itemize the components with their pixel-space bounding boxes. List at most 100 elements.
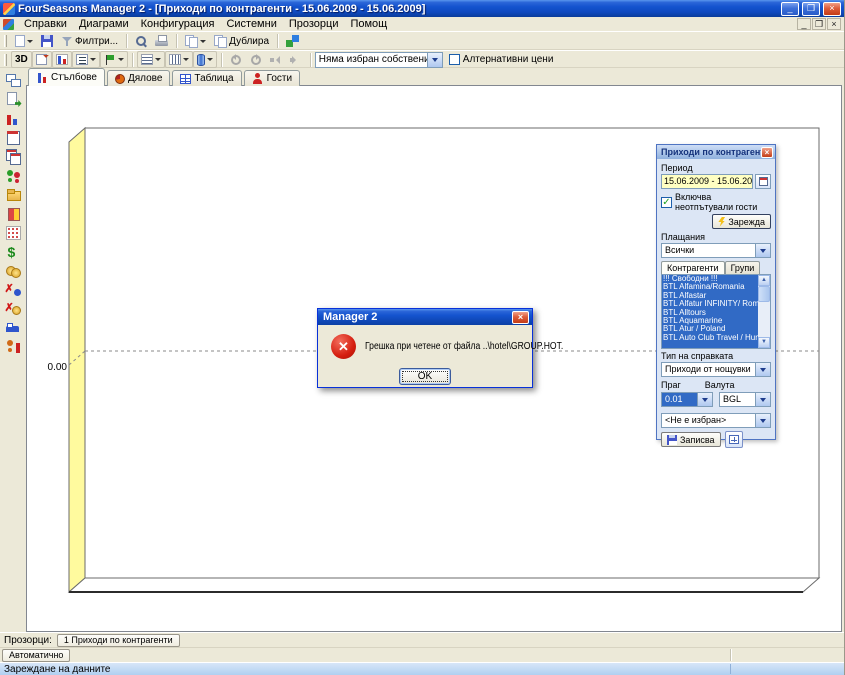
scroll-up-icon[interactable]: ▲ — [758, 275, 770, 286]
owners-combobox[interactable]: Няма избран собственици — [315, 52, 443, 68]
toolbar-grip[interactable] — [4, 54, 7, 66]
menu-spravki[interactable]: Справки — [18, 17, 73, 31]
list-item[interactable]: BTL Atur / Poland — [662, 325, 758, 333]
mdi-close-button[interactable]: × — [827, 18, 841, 30]
tab-counterparties[interactable]: Контрагенти — [661, 261, 725, 274]
toolbar-separator — [277, 34, 278, 48]
combo-dropdown-button[interactable] — [755, 244, 770, 257]
filter-funnel-icon — [61, 35, 73, 47]
include-guests-checkbox[interactable] — [661, 197, 672, 208]
close-button[interactable]: × — [823, 2, 841, 16]
bar-labels-button[interactable] — [52, 51, 72, 68]
print-button[interactable] — [151, 33, 172, 50]
restore-button[interactable]: ❐ — [802, 2, 820, 16]
guests-icon[interactable] — [5, 168, 22, 183]
list-item[interactable]: BTL Alfamina/Romania — [662, 283, 758, 291]
legend-button[interactable] — [72, 51, 100, 68]
tab-gosti[interactable]: Гости — [244, 70, 300, 86]
minimize-button[interactable]: _ — [781, 2, 799, 16]
combo-dropdown-button[interactable] — [755, 363, 770, 376]
list-scrollbar[interactable]: ▲ ▼ — [758, 275, 770, 348]
inventory-icon[interactable] — [5, 206, 22, 221]
divider — [730, 649, 731, 661]
report-type-combobox[interactable]: Приходи от нощувки — [661, 362, 771, 377]
tab-stalbove[interactable]: Стълбове — [28, 68, 105, 86]
calendar-icon[interactable] — [5, 130, 22, 145]
print-preview-button[interactable] — [131, 33, 151, 50]
currency-icon[interactable] — [5, 244, 22, 259]
list-item[interactable] — [662, 342, 758, 348]
tab-dyalove[interactable]: Дялове — [107, 70, 170, 86]
threshold-combobox[interactable]: 0.01 — [661, 392, 713, 407]
rotate-cw-button[interactable] — [246, 51, 266, 68]
chart-3d-icon[interactable] — [5, 111, 22, 126]
template-combobox[interactable]: <Не е избран> — [661, 413, 771, 428]
combo-dropdown-button[interactable] — [755, 393, 770, 406]
3d-toggle-button[interactable]: 3D — [11, 51, 32, 68]
error-dialog-titlebar[interactable]: Manager 2 × — [318, 309, 532, 325]
panel-close-button[interactable]: × — [761, 147, 773, 158]
report-panel-titlebar[interactable]: Приходи по контрагенти × — [657, 145, 775, 159]
menu-diagrami[interactable]: Диаграми — [73, 17, 135, 31]
table-options-button[interactable] — [725, 431, 743, 448]
menu-konfiguracia[interactable]: Конфигурация — [135, 17, 221, 31]
scroll-track[interactable] — [758, 302, 770, 337]
folders-icon[interactable] — [5, 187, 22, 202]
list-item[interactable]: BTL Aquamarine — [662, 317, 758, 325]
calendar-picker-button[interactable] — [755, 174, 771, 189]
cascade-windows-icon[interactable] — [5, 73, 22, 88]
tab-tablica[interactable]: Таблица — [172, 70, 241, 86]
calendar-copy-icon[interactable] — [5, 149, 22, 164]
menu-pomosht[interactable]: Помощ — [344, 17, 393, 31]
combo-dropdown-button[interactable] — [697, 393, 712, 406]
currency-combobox[interactable]: BGL — [719, 392, 771, 407]
menu-prozorci[interactable]: Прозорци — [283, 17, 345, 31]
tab-groups[interactable]: Групи — [725, 261, 761, 274]
list-item[interactable]: BTL Alfatur INFINITY/ Romani — [662, 300, 758, 308]
list-item[interactable]: BTL Alfastar — [662, 292, 758, 300]
scroll-thumb[interactable] — [758, 286, 770, 302]
cylinder-style-button[interactable] — [193, 51, 217, 68]
dialog-close-button[interactable]: × — [512, 311, 529, 324]
duplicate-label: Дублира — [229, 36, 269, 47]
next-button[interactable] — [286, 51, 306, 68]
scroll-down-icon[interactable]: ▼ — [758, 337, 770, 348]
toolbar-grip[interactable] — [4, 35, 7, 47]
rooms-icon[interactable] — [5, 320, 22, 335]
rotate-view-button[interactable] — [32, 51, 52, 68]
error-icon: ✕ — [331, 334, 356, 359]
period-field[interactable]: 15.06.2009 - 15.06.2009 — [661, 174, 753, 189]
window-tab-button[interactable]: 1 Приходи по контрагенти — [57, 634, 180, 647]
combo-dropdown-button[interactable] — [427, 53, 442, 67]
grid-icon[interactable] — [5, 225, 22, 240]
list-item[interactable]: !!! Свободни !!! — [662, 275, 758, 283]
payments-combobox[interactable]: Всички — [661, 243, 771, 258]
mdi-restore-button[interactable]: ❐ — [812, 18, 826, 30]
menu-sistemni[interactable]: Системни — [220, 17, 282, 31]
series-flag-button[interactable] — [100, 51, 128, 68]
horizontal-grid-button[interactable] — [137, 51, 165, 68]
guest-chart-icon[interactable] — [5, 339, 22, 354]
copy-button[interactable] — [181, 33, 210, 50]
load-button[interactable]: Зарежда — [712, 214, 771, 229]
report-export-icon[interactable] — [5, 92, 22, 107]
cancel-guest-icon[interactable] — [5, 282, 22, 297]
auto-button[interactable]: Автоматично — [2, 649, 70, 662]
mdi-minimize-button[interactable]: _ — [797, 18, 811, 30]
export-chart-button[interactable] — [282, 33, 303, 50]
filters-button[interactable]: Филтри... — [57, 33, 122, 50]
rotate-ccw-button[interactable] — [226, 51, 246, 68]
save-button[interactable] — [37, 33, 57, 50]
alt-prices-checkbox[interactable] — [449, 54, 460, 65]
prev-button[interactable] — [266, 51, 286, 68]
duplicate-button[interactable]: Дублира — [210, 33, 273, 50]
save-report-button[interactable]: Записва — [661, 432, 721, 447]
new-document-button[interactable] — [11, 33, 37, 50]
cancel-payment-icon[interactable] — [5, 301, 22, 316]
vertical-grid-button[interactable] — [165, 51, 193, 68]
list-item[interactable]: BTL Alltours — [662, 309, 758, 317]
list-item[interactable]: BTL Auto Club Travel / Hunga — [662, 334, 758, 342]
combo-dropdown-button[interactable] — [755, 414, 770, 427]
ok-button[interactable]: OK — [399, 368, 451, 385]
payments-icon[interactable] — [5, 263, 22, 278]
